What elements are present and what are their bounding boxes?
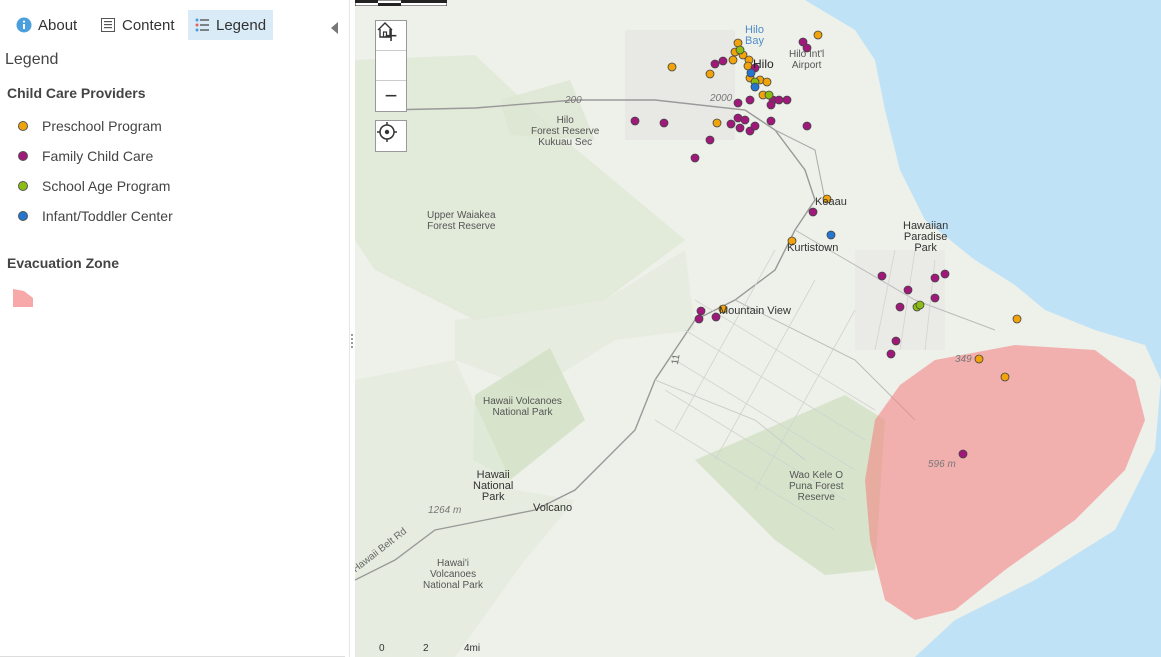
locate-button[interactable] [375,120,407,152]
label-hawaii-national-park: Hawaii National Park [473,469,514,503]
label-keaau: Keaau [815,196,847,208]
legend-item-label: Preschool Program [42,118,162,134]
label-volcano: Volcano [533,502,573,514]
evacuation-heading: Evacuation Zone [7,255,120,271]
legend-item-infant-toddler: Infant/Toddler Center [18,207,173,225]
label-hilo: Hilo [753,57,774,71]
label-route-11: 11 [669,353,683,366]
tab-about-label: About [38,16,78,34]
scale-label-2: 2 [423,643,429,654]
tab-legend[interactable]: Legend [188,10,273,40]
legend-item-preschool: Preschool Program [18,117,162,135]
label-elevation-596: 596 m [928,459,956,470]
legend-item-label: Family Child Care [42,148,154,164]
label-mountain-view: Mountain View [719,305,791,317]
home-button[interactable] [376,22,406,81]
label-elevation-200: 200 [565,95,582,106]
legend-item-label: School Age Program [42,178,171,194]
label-elevation-349: 349 [955,354,972,365]
tab-content[interactable]: Content [94,10,181,40]
label-hawaiian-paradise-park: Hawaiian Paradise Park [903,220,949,254]
label-hilo-bay: Hilo Bay [745,24,764,47]
home-icon [377,22,393,38]
infant-toddler-symbol [18,211,28,221]
label-hilo-forest-reserve: Hilo Forest Reserve Kukuau Sec [531,115,600,148]
label-elevation-1264: 1264 m [428,505,462,516]
label-elevation-2000: 2000 [710,93,733,104]
tab-about[interactable]: About [10,10,83,40]
label-upper-waiakea: Upper Waiakea Forest Reserve [427,210,496,232]
zoom-control: + − [375,20,407,112]
legend-item-family-child-care: Family Child Care [18,147,153,165]
evacuation-zone-swatch [13,289,33,307]
map-view[interactable]: Hilo Bay Hilo Hilo Int'l Airport 200 200… [355,0,1161,657]
info-icon [16,17,32,33]
scale-label-4: 4mi [464,643,481,654]
locate-icon [377,122,397,142]
label-hawaii-volcanoes-np-2: Hawai'i Volcanoes National Park [423,558,484,591]
legend-list-icon [194,17,210,33]
providers-heading: Child Care Providers [7,85,146,101]
content-list-icon [100,17,116,33]
scale-bar [355,0,447,6]
sidebar-panel: About Content Legend Legend Child Care P… [0,0,349,657]
legend-item-school-age: School Age Program [18,177,170,195]
label-hawaii-volcanoes-np: Hawaii Volcanoes National Park [483,396,562,418]
zoom-out-button[interactable]: − [376,81,406,111]
tab-bar: About Content Legend [0,8,349,42]
preschool-symbol [18,121,28,131]
collapse-panel-icon[interactable] [331,22,339,37]
label-kurtistown: Kurtistown [787,242,839,254]
legend-item-label: Infant/Toddler Center [42,208,173,224]
scale-label-0: 0 [379,643,385,654]
panel-title: Legend [5,51,59,68]
tab-content-label: Content [122,16,175,34]
label-airport: Hilo Int'l Airport [789,49,825,71]
family-child-care-symbol [18,151,28,161]
label-wao-kele-o-puna: Wao Kele O Puna Forest Reserve [789,470,844,503]
tab-legend-label: Legend [216,16,267,34]
splitter-grip-icon [351,334,353,348]
school-age-symbol [18,181,28,191]
